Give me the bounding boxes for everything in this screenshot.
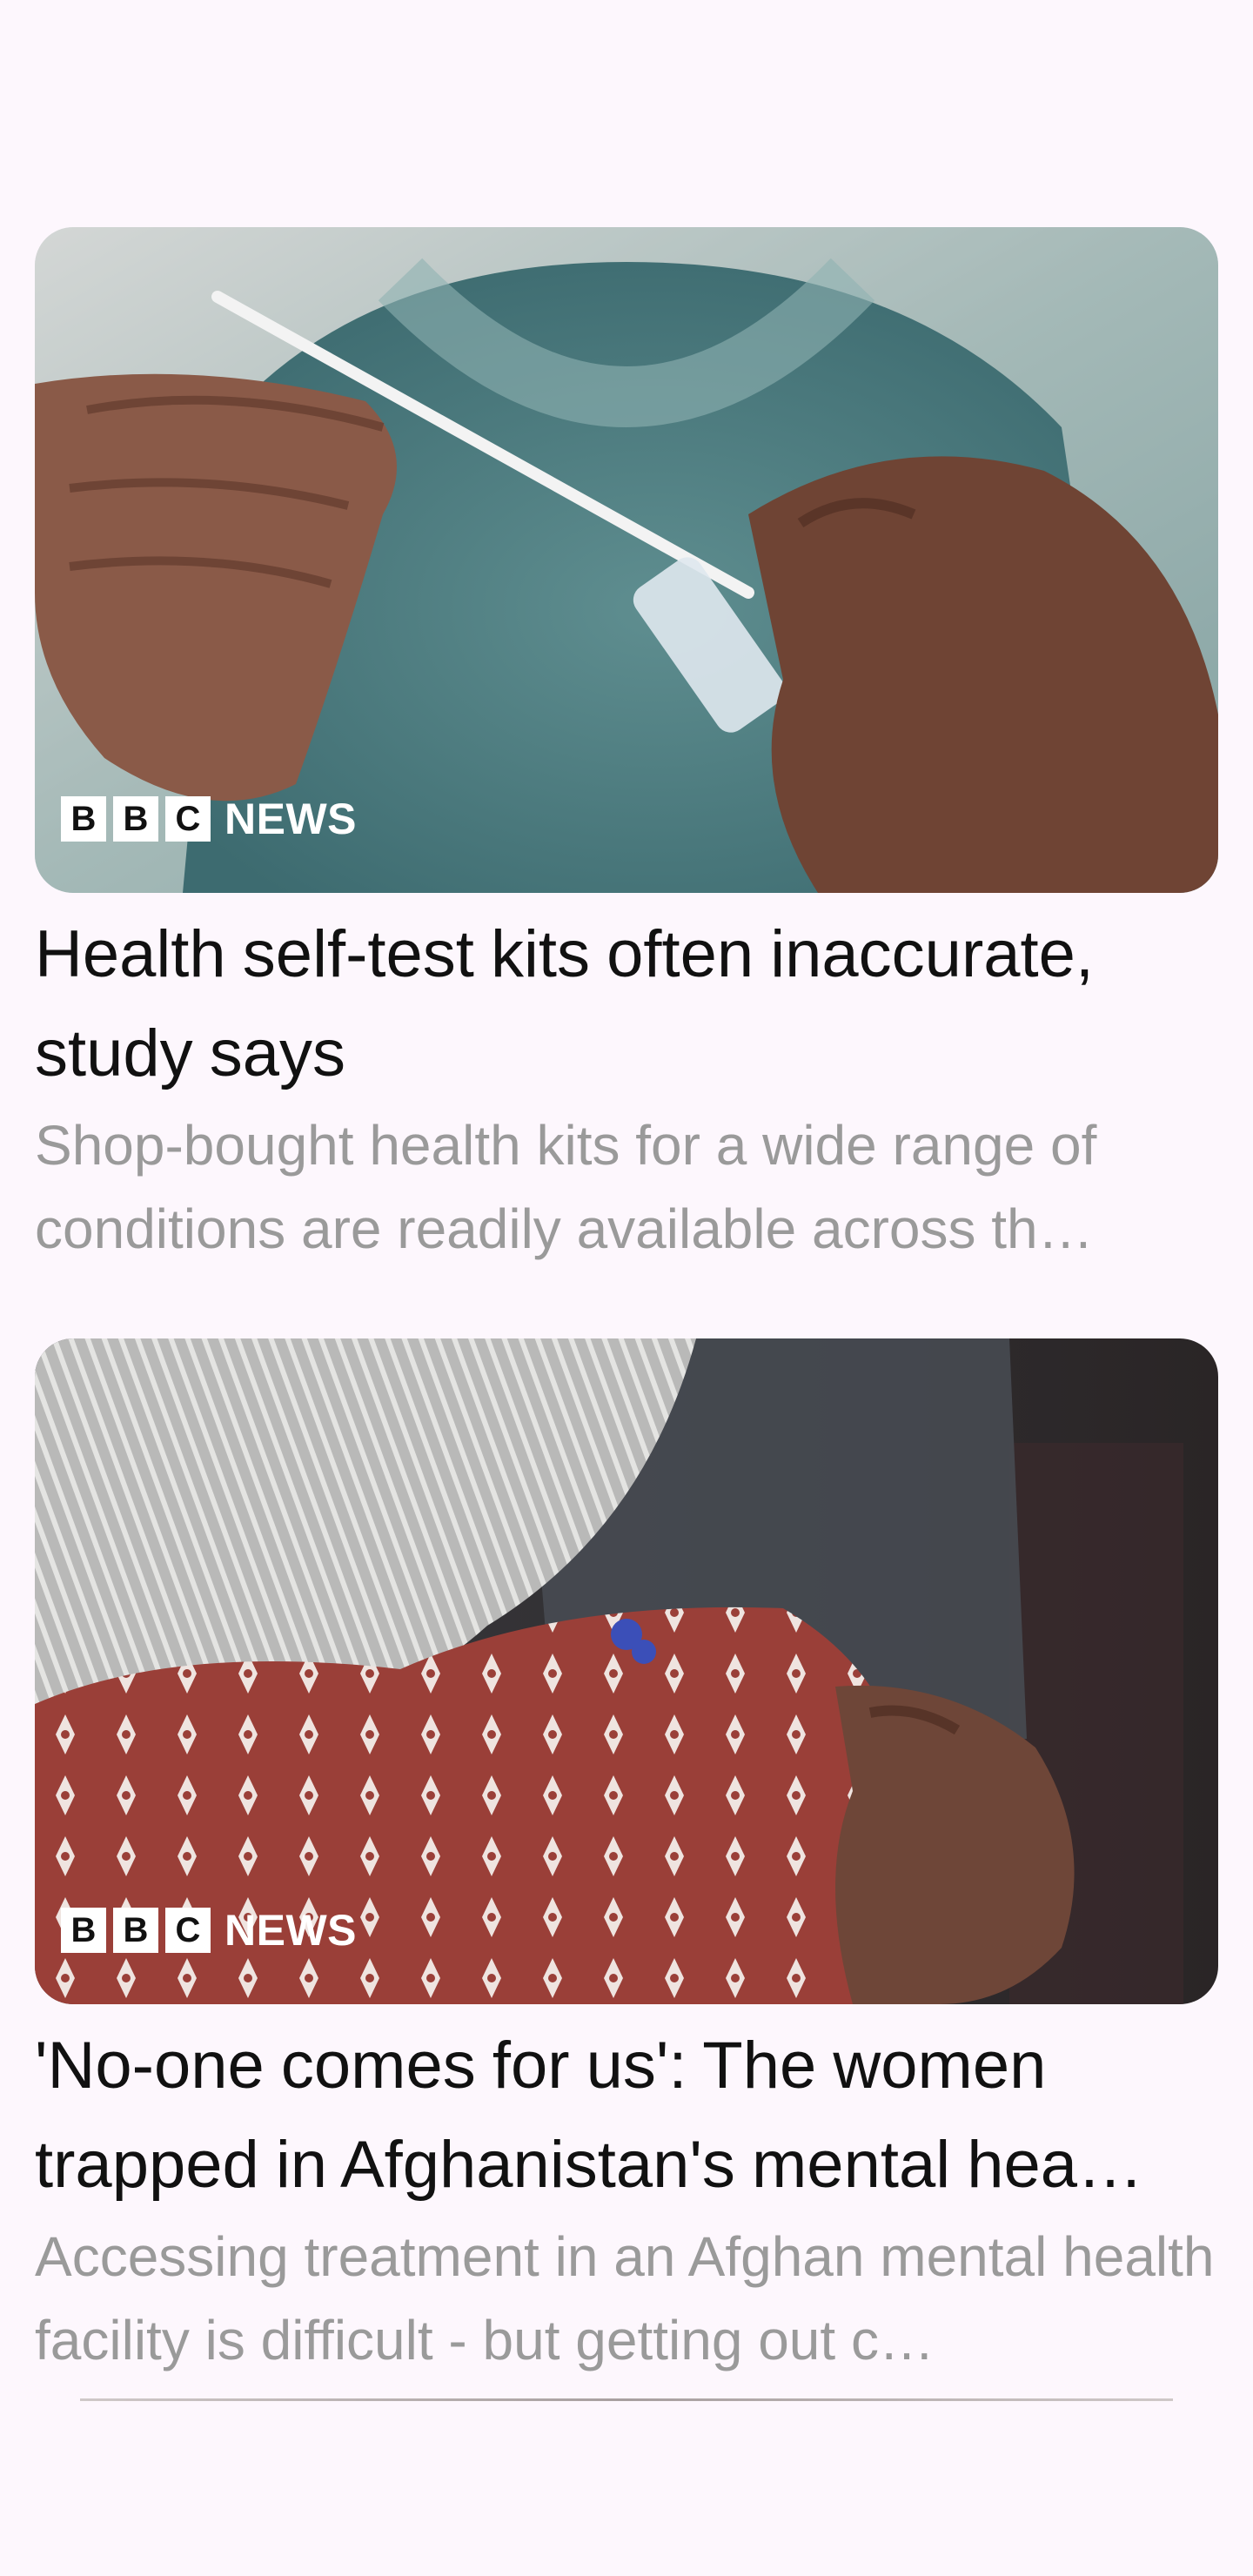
article-headline[interactable]: Health self-test kits often inaccurate, … bbox=[35, 905, 1218, 1104]
bbc-logo-block: B bbox=[113, 796, 158, 842]
bbc-logo-block: B bbox=[61, 796, 106, 842]
article-card[interactable]: B B C NEWS 'No-one comes for us': The wo… bbox=[35, 1338, 1218, 2382]
bbc-news-logo: B B C NEWS bbox=[61, 794, 357, 844]
article-summary: Shop-bought health kits for a wide range… bbox=[35, 1114, 1097, 1260]
bbc-logo-block: C bbox=[165, 796, 211, 842]
article-card[interactable]: B B C NEWS Health self-test kits often i… bbox=[35, 227, 1218, 1271]
bbc-news-logo: B B C NEWS bbox=[61, 1905, 357, 1955]
bbc-logo-block: B bbox=[61, 1908, 106, 1953]
bbc-logo-news: NEWS bbox=[224, 1906, 357, 1955]
bbc-logo-news: NEWS bbox=[224, 795, 357, 843]
article-thumbnail[interactable]: B B C NEWS bbox=[35, 227, 1218, 893]
bbc-logo-block: B bbox=[113, 1908, 158, 1953]
article-headline[interactable]: 'No-one comes for us': The women trapped… bbox=[35, 2016, 1218, 2215]
article-thumbnail[interactable]: B B C NEWS bbox=[35, 1338, 1218, 2004]
bbc-logo-block: C bbox=[165, 1908, 211, 1953]
feed-divider bbox=[80, 2398, 1173, 2401]
news-feed: B B C NEWS Health self-test kits often i… bbox=[35, 227, 1218, 2382]
article-summary: Accessing treatment in an Afghan mental … bbox=[35, 2225, 1215, 2371]
